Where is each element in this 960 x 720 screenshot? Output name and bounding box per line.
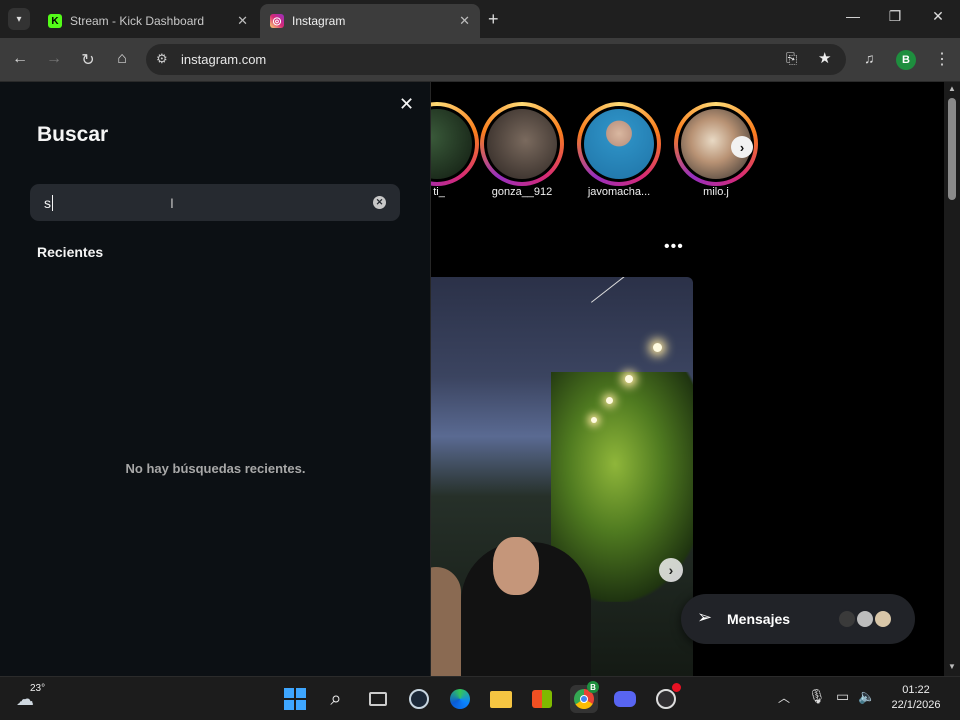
back-icon[interactable]: ← (10, 50, 30, 68)
clock-date: 22/1/2026 (891, 699, 941, 711)
story-avatar (584, 109, 654, 179)
chevron-down-icon: ▾ (16, 13, 22, 25)
close-icon[interactable]: ✕ (237, 13, 248, 29)
forward-icon[interactable]: → (44, 50, 64, 68)
search-input[interactable]: s I ✕ (30, 184, 400, 221)
weather-widget[interactable]: ☁ 23° (16, 683, 56, 715)
discord-icon[interactable] (611, 685, 639, 713)
story-username: gonza__912 (491, 186, 553, 198)
avatar (837, 609, 857, 629)
kick-icon: K (48, 14, 62, 28)
start-button[interactable] (281, 685, 309, 713)
tab-search-button[interactable]: ▾ (8, 8, 30, 30)
light-bulb (653, 343, 662, 352)
avatar (873, 609, 893, 629)
messages-button[interactable]: ➢ Mensajes (681, 594, 915, 644)
instagram-icon: ◎ (270, 14, 284, 28)
story-avatar (487, 109, 557, 179)
stories-next-button[interactable]: › (731, 136, 753, 158)
close-icon[interactable]: ✕ (459, 13, 470, 29)
carousel-next-button[interactable]: › (659, 558, 683, 582)
page-scrollbar[interactable]: ▲ ▼ (944, 82, 960, 676)
story-username: milo.j (703, 186, 729, 198)
tab-instagram[interactable]: ◎ Instagram ✕ (260, 4, 480, 38)
minimize-icon[interactable]: — (843, 8, 863, 24)
window-close-icon[interactable]: ✕ (928, 8, 948, 25)
browser-toolbar: ← → ↻ ⌂ ⚙ instagram.com ⎘ ★ ♫ B ⋮ (0, 38, 960, 82)
address-bar[interactable]: ⚙ instagram.com ⎘ ★ (146, 44, 846, 75)
story-username: javomacha... (587, 186, 651, 198)
windows-taskbar: ☁ 23° ⌕ B ︿ 🎙 ▭ 🔈 01:22 22/1/2026 (0, 676, 960, 720)
restore-icon[interactable]: ❐ (885, 8, 905, 25)
clock-time: 01:22 (902, 684, 930, 696)
site-settings-icon[interactable]: ⚙ (156, 51, 168, 67)
tab-kick-dashboard[interactable]: K Stream - Kick Dashboard ✕ (38, 4, 258, 38)
tab-label: Stream - Kick Dashboard (70, 14, 205, 28)
microphone-icon[interactable]: 🎙 (808, 688, 826, 705)
avatar (855, 609, 875, 629)
search-icon[interactable]: ⌕ (322, 685, 350, 713)
chevron-right-icon: › (739, 139, 745, 155)
search-title: Buscar (37, 123, 109, 146)
light-bulb (591, 417, 597, 423)
media-controls-icon[interactable]: ♫ (864, 50, 875, 66)
network-icon[interactable]: ▭ (836, 688, 849, 705)
home-icon[interactable]: ⌂ (112, 50, 132, 68)
microsoft-store-icon[interactable] (528, 685, 556, 713)
install-app-icon[interactable]: ⎘ (786, 50, 797, 67)
menu-kebab-icon[interactable]: ⋮ (934, 49, 950, 69)
empty-recent-message: No hay búsquedas recientes. (125, 461, 306, 476)
url-text: instagram.com (181, 52, 267, 67)
reload-icon[interactable]: ↻ (78, 50, 98, 70)
notification-dot (672, 683, 681, 692)
show-hidden-icons-icon[interactable]: ︿ (778, 689, 790, 706)
story-item[interactable] (480, 102, 564, 186)
profile-initial: B (902, 54, 910, 66)
person-photo (431, 567, 461, 676)
file-explorer-icon[interactable] (487, 685, 515, 713)
post-options-icon[interactable]: ••• (664, 238, 684, 256)
steam-icon[interactable] (405, 685, 433, 713)
new-tab-button[interactable]: + (488, 9, 499, 30)
person-face (493, 537, 539, 595)
task-view-icon[interactable] (364, 685, 392, 713)
edge-icon[interactable] (446, 685, 474, 713)
messages-label: Mensajes (727, 611, 791, 627)
i-beam-cursor-icon: I (170, 195, 174, 211)
profile-avatar[interactable]: B (896, 50, 916, 70)
scroll-down-icon[interactable]: ▼ (948, 662, 956, 671)
close-icon[interactable]: ✕ (399, 94, 414, 115)
tab-label: Instagram (292, 14, 346, 28)
story-item[interactable] (577, 102, 661, 186)
clear-icon: ✕ (375, 197, 384, 207)
scrollbar-thumb[interactable] (948, 98, 956, 200)
post-image[interactable]: › (431, 277, 693, 676)
clear-search-button[interactable]: ✕ (373, 196, 386, 209)
volume-icon[interactable]: 🔈 (858, 688, 875, 705)
send-icon: ➢ (697, 607, 713, 627)
chrome-profile-badge: B (587, 681, 599, 693)
obs-icon[interactable] (652, 683, 681, 713)
scroll-up-icon[interactable]: ▲ (948, 84, 956, 93)
temperature: 23° (30, 683, 46, 694)
chrome-icon[interactable]: B (570, 681, 599, 713)
light-bulb (625, 375, 633, 383)
browser-tab-strip: ▾ K Stream - Kick Dashboard ✕ ◎ Instagra… (0, 0, 960, 38)
text-cursor (52, 195, 53, 211)
instagram-page: ti_ gonza__912 javomacha... milo.j › ••• (0, 82, 960, 676)
search-query: s (44, 195, 51, 211)
search-panel: ✕ Buscar s I ✕ Recientes No hay búsqueda… (0, 82, 431, 676)
chevron-right-icon: › (668, 562, 674, 578)
bookmark-star-icon[interactable]: ★ (818, 49, 831, 67)
feed: ti_ gonza__912 javomacha... milo.j › ••• (395, 82, 944, 676)
recent-heading: Recientes (37, 244, 104, 260)
clock[interactable]: 01:22 22/1/2026 (880, 683, 952, 713)
light-bulb (606, 397, 613, 404)
